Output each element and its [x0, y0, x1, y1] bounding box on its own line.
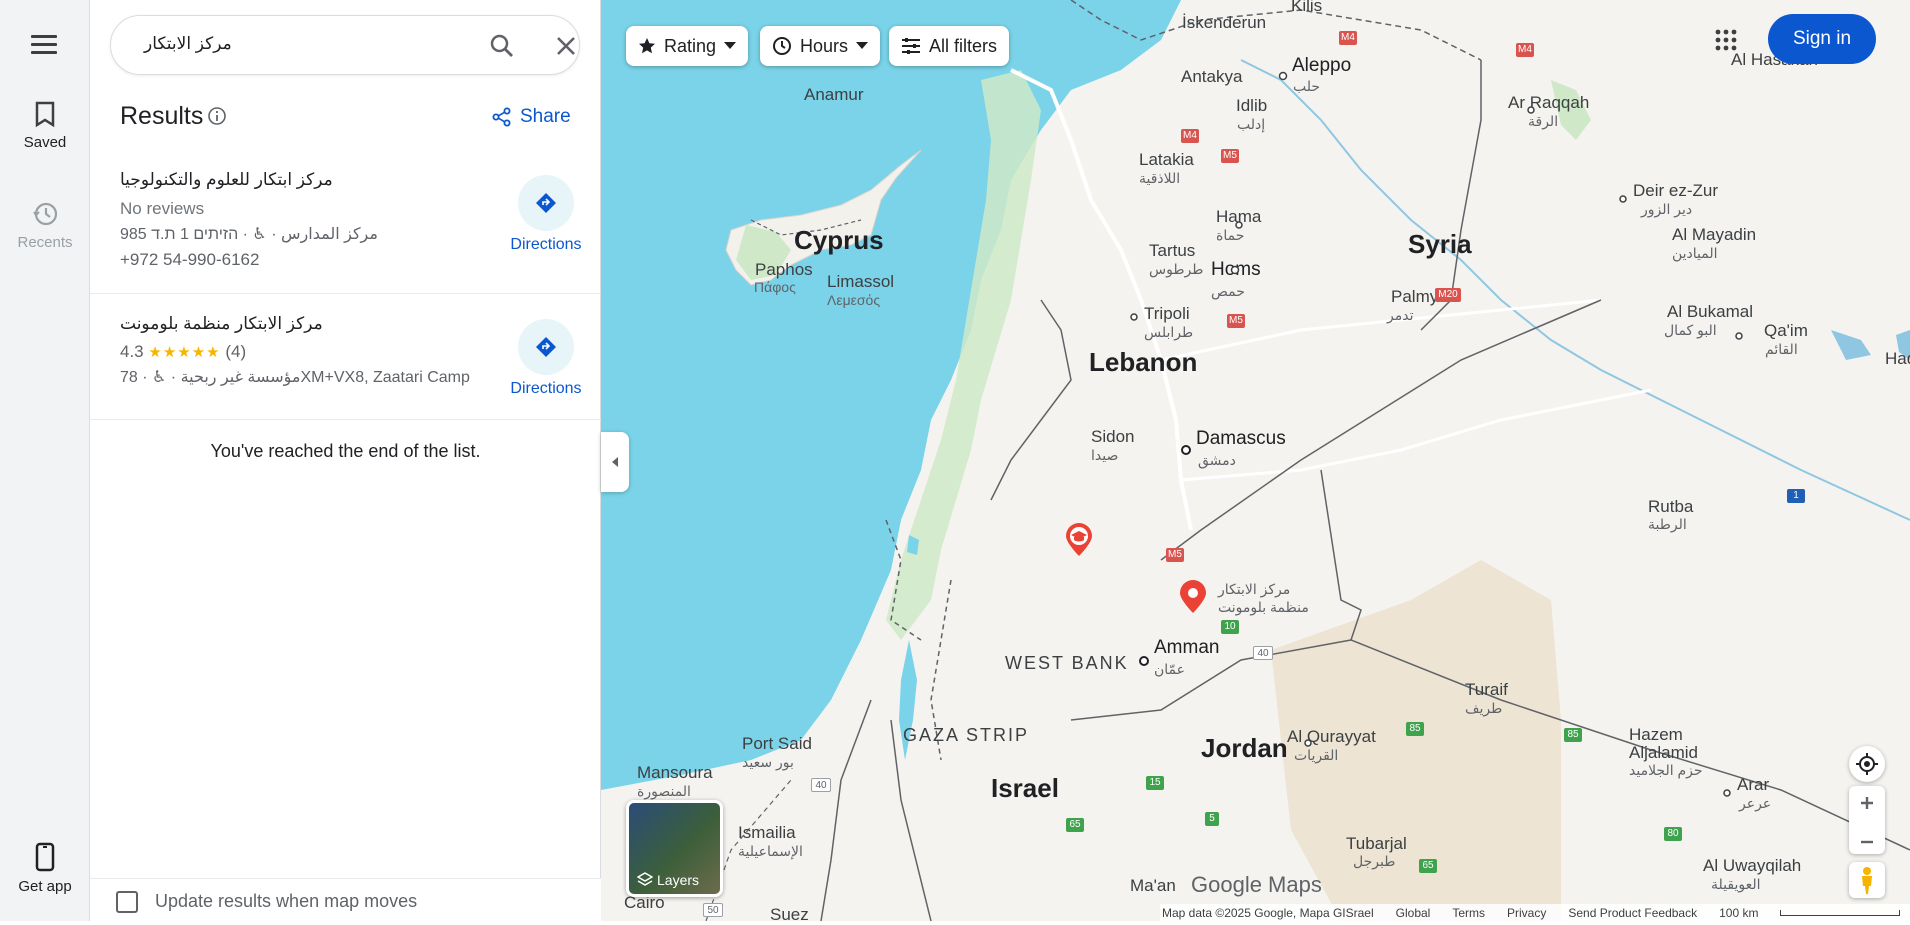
- share-button[interactable]: Share: [492, 106, 571, 128]
- recents-button[interactable]: Recents: [0, 200, 90, 251]
- directions-icon: [536, 337, 556, 357]
- terms-link[interactable]: Terms: [1452, 906, 1485, 920]
- google-maps-logo: Google Maps: [1191, 872, 1322, 897]
- left-rail: Saved Recents Get app: [0, 0, 90, 921]
- directions-button[interactable]: [518, 319, 574, 375]
- get-app-button[interactable]: Get app: [0, 842, 90, 895]
- star-icon: [639, 38, 655, 54]
- directions-icon: [536, 193, 556, 213]
- rating-filter-label: Rating: [664, 35, 717, 56]
- clock-icon: [773, 37, 791, 55]
- update-results-row[interactable]: Update results when map moves: [90, 878, 601, 921]
- close-icon[interactable]: [553, 33, 579, 59]
- global-link[interactable]: Global: [1396, 906, 1431, 920]
- place-name[interactable]: مركز الابتكار منظمة بلومونت: [120, 314, 323, 334]
- sign-in-button[interactable]: Sign in: [1768, 14, 1876, 64]
- layers-label: Layers: [657, 872, 700, 888]
- saved-label: Saved: [23, 134, 67, 151]
- city-dots: [1130, 71, 1743, 797]
- pegman-icon: [1862, 867, 1872, 894]
- rating-row: 4.3 ★★★★★ (4): [120, 342, 246, 362]
- update-checkbox[interactable]: [116, 891, 138, 913]
- review-count: (4): [225, 342, 247, 361]
- directions-label[interactable]: Directions: [485, 236, 607, 254]
- privacy-link[interactable]: Privacy: [1507, 906, 1546, 920]
- dropdown-arrow-icon: [724, 42, 737, 49]
- place-details: مؤسسة غير ربحية · ♿ · 78XM+VX8, Zaatari …: [120, 369, 470, 386]
- scale-text: 100 km: [1719, 905, 1759, 920]
- my-location-icon: [1856, 753, 1878, 775]
- directions-button[interactable]: [518, 175, 574, 231]
- tune-icon: [902, 38, 920, 54]
- all-filters-label: All filters: [929, 35, 998, 56]
- scale-bar: [1780, 909, 1901, 916]
- recents-label: Recents: [17, 234, 73, 251]
- chevron-left-icon: [612, 457, 618, 467]
- zoom-in-icon[interactable]: [1849, 786, 1885, 820]
- get-app-label: Get app: [18, 878, 72, 895]
- layers-icon: [637, 872, 653, 886]
- share-icon: [492, 107, 511, 127]
- place-name[interactable]: مركز ابتكار للعلوم والتكنولوجيا: [120, 170, 333, 190]
- result-item[interactable]: مركز ابتكار للعلوم والتكنولوجيا No revie…: [90, 150, 601, 294]
- search-box[interactable]: مركز الابتكار: [110, 15, 580, 75]
- all-filters-chip[interactable]: All filters: [889, 26, 1010, 66]
- place-details: مركز المدارس · ♿ · הזיתים 1 ת.ד 985: [120, 226, 378, 243]
- map-canvas[interactable]: Cyprus Syria Lebanon Jordan Israel WEST …: [601, 0, 1910, 924]
- layers-button[interactable]: Layers: [626, 800, 723, 897]
- hours-filter-chip[interactable]: Hours: [760, 26, 881, 66]
- share-label: Share: [520, 106, 571, 127]
- directions-label[interactable]: Directions: [485, 380, 607, 398]
- saved-button[interactable]: Saved: [0, 100, 90, 151]
- rating-stars: ★★★★★: [148, 344, 221, 361]
- zoom-out-icon[interactable]: [1849, 825, 1885, 859]
- menu-icon[interactable]: [27, 31, 61, 59]
- rating-filter-chip[interactable]: Rating: [626, 26, 749, 66]
- update-label[interactable]: Update results when map moves: [155, 891, 417, 912]
- info-icon[interactable]: [207, 106, 227, 126]
- search-icon[interactable]: [489, 33, 515, 59]
- dropdown-arrow-icon: [856, 42, 869, 49]
- map-data-text: Map data ©2025 Google, Mapa GISrael: [1162, 905, 1374, 920]
- rating-value: 4.3: [120, 342, 144, 361]
- apps-grid-icon[interactable]: [1714, 28, 1738, 52]
- results-heading: Results: [120, 102, 204, 130]
- map-footer: Map data ©2025 Google, Mapa GISrael Glob…: [1160, 904, 1910, 921]
- collapse-panel-button[interactable]: [601, 432, 629, 492]
- zoom-controls: [1849, 786, 1885, 854]
- place-phone: +972 54-990-6162: [120, 250, 260, 269]
- end-of-list-text: You've reached the end of the list.: [210, 441, 481, 461]
- result-item[interactable]: مركز الابتكار منظمة بلومونت 4.3 ★★★★★ (4…: [90, 294, 601, 420]
- feedback-link[interactable]: Send Product Feedback: [1568, 906, 1697, 920]
- results-panel: مركز الابتكار Results Share مركز ابتكار …: [90, 0, 601, 921]
- phone-icon: [35, 842, 55, 872]
- bookmark-icon: [35, 101, 55, 128]
- street-view-button[interactable]: [1849, 862, 1885, 898]
- search-input[interactable]: مركز الابتكار: [144, 34, 232, 54]
- history-icon: [33, 202, 58, 226]
- my-location-button[interactable]: [1849, 746, 1885, 782]
- rating-text: No reviews: [120, 199, 205, 218]
- hours-filter-label: Hours: [800, 35, 849, 56]
